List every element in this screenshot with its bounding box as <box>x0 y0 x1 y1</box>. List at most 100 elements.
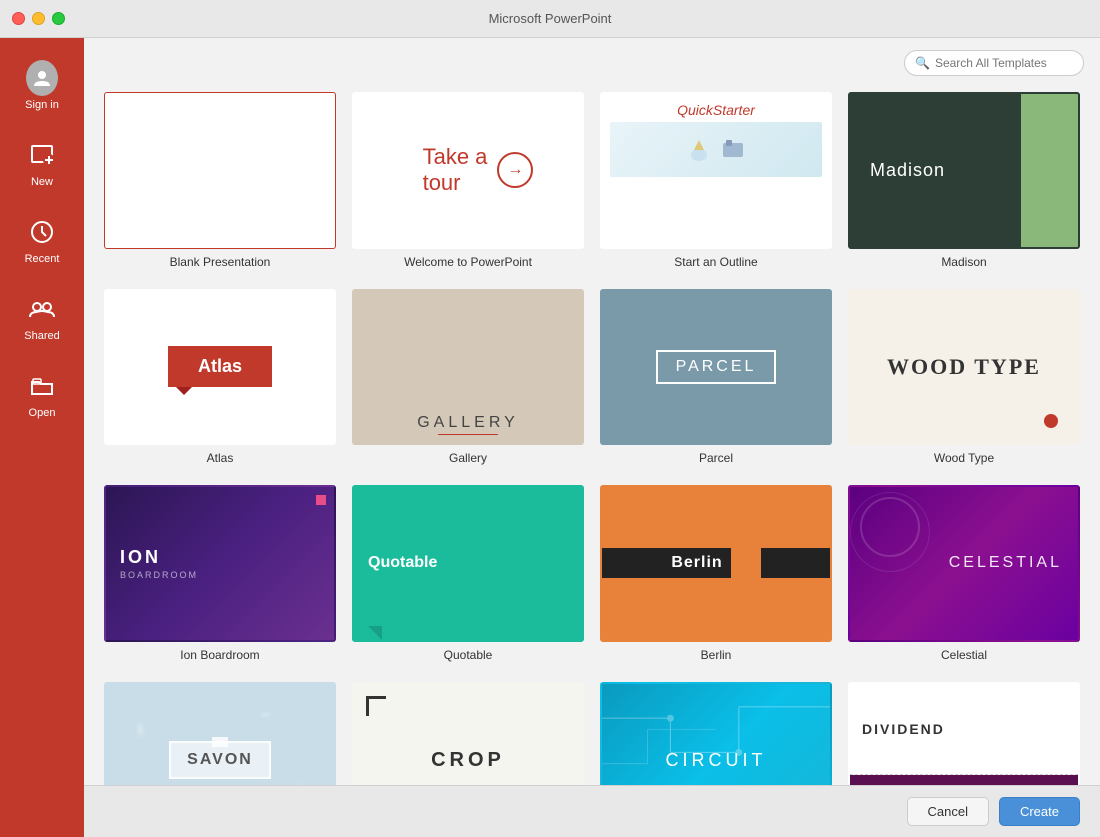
berlin-band: Berlin <box>602 548 830 578</box>
savon-text: SAVON <box>187 751 253 768</box>
berlin-orange-bar <box>731 548 761 578</box>
crop-corner-tl <box>366 696 386 716</box>
dividend-top: DIVIDEND <box>850 684 1078 776</box>
sidebar-item-new[interactable]: New <box>0 125 84 202</box>
traffic-lights <box>12 12 65 25</box>
shared-icon <box>26 293 58 325</box>
open-label: Open <box>29 407 56 419</box>
woodtype-text: WOOD TYPE <box>887 354 1041 380</box>
madison-thumb: Madison <box>848 92 1080 249</box>
template-madison[interactable]: Madison Madison <box>848 92 1080 269</box>
search-bar[interactable]: 🔍 <box>904 50 1084 76</box>
avatar-icon <box>26 62 58 94</box>
dividend-bottom <box>850 775 1078 785</box>
template-blank[interactable]: Blank Presentation <box>104 92 336 269</box>
sidebar-item-shared[interactable]: Shared <box>0 279 84 356</box>
template-tour[interactable]: Take a tour → Welcome to PowerPoint <box>352 92 584 269</box>
content-area: 🔍 Blank Presentation Take a tour <box>84 38 1100 837</box>
template-circuit[interactable]: CIRCUIT Circuit <box>600 682 832 785</box>
ion-subtitle: BOARDROOM <box>120 570 198 580</box>
atlas-label: Atlas <box>207 451 234 465</box>
template-savon[interactable]: SAVON Savon <box>104 682 336 785</box>
template-quickstarter[interactable]: QuickStarter <box>600 92 832 269</box>
woodtype-thumb: WOOD TYPE <box>848 289 1080 446</box>
berlin-text: Berlin <box>671 554 722 572</box>
template-gallery[interactable]: GALLERY Gallery <box>352 289 584 466</box>
parcel-label: Parcel <box>699 451 733 465</box>
madison-green-bar <box>1021 94 1078 247</box>
blank-thumb <box>104 92 336 249</box>
dividend-thumb: DIVIDEND <box>848 682 1080 785</box>
template-celestial[interactable]: CELESTIAL Celestial <box>848 485 1080 662</box>
berlin-thumb: Berlin <box>600 485 832 642</box>
template-crop[interactable]: CROP Crop <box>352 682 584 785</box>
template-parcel[interactable]: PARCEL Parcel <box>600 289 832 466</box>
signin-label: Sign in <box>25 99 59 111</box>
templates-area: Blank Presentation Take a tour → Welcome… <box>84 76 1100 785</box>
quotable-notch <box>368 626 382 640</box>
quotable-thumb: Quotable <box>352 485 584 642</box>
open-icon <box>26 370 58 402</box>
crop-thumb: CROP <box>352 682 584 785</box>
tour-thumb: Take a tour → <box>352 92 584 249</box>
search-bar-area: 🔍 <box>84 38 1100 76</box>
madison-text: Madison <box>850 160 945 181</box>
close-button[interactable] <box>12 12 25 25</box>
window-title: Microsoft PowerPoint <box>489 11 612 26</box>
celestial-text: CELESTIAL <box>949 554 1062 572</box>
create-button[interactable]: Create <box>999 797 1080 826</box>
cancel-button[interactable]: Cancel <box>907 797 989 826</box>
woodtype-dot <box>1044 414 1058 428</box>
quotable-label: Quotable <box>444 648 493 662</box>
atlas-badge: Atlas <box>168 346 272 387</box>
savon-thumb: SAVON <box>104 682 336 785</box>
search-input[interactable] <box>935 56 1073 70</box>
template-woodtype[interactable]: WOOD TYPE Wood Type <box>848 289 1080 466</box>
search-icon: 🔍 <box>915 56 930 70</box>
template-atlas[interactable]: Atlas Atlas <box>104 289 336 466</box>
minimize-button[interactable] <box>32 12 45 25</box>
quotable-text: Quotable <box>368 554 437 572</box>
savon-tab <box>212 737 228 747</box>
templates-grid: Blank Presentation Take a tour → Welcome… <box>104 92 1080 785</box>
celestial-circle2 <box>850 492 930 572</box>
quickstarter-thumb: QuickStarter <box>600 92 832 249</box>
template-quotable[interactable]: Quotable Quotable <box>352 485 584 662</box>
template-ion[interactable]: ION BOARDROOM Ion Boardroom <box>104 485 336 662</box>
celestial-thumb: CELESTIAL <box>848 485 1080 642</box>
berlin-label: Berlin <box>701 648 732 662</box>
gallery-line <box>438 434 499 435</box>
titlebar: Microsoft PowerPoint <box>0 0 1100 38</box>
gallery-thumb: GALLERY <box>352 289 584 446</box>
tour-text1: Take a <box>423 144 488 170</box>
circuit-thumb: CIRCUIT <box>600 682 832 785</box>
template-dividend[interactable]: DIVIDEND Dividend <box>848 682 1080 785</box>
new-icon <box>26 139 58 171</box>
qs-title: QuickStarter <box>677 102 755 118</box>
atlas-text: Atlas <box>198 356 242 376</box>
gallery-label: Gallery <box>449 451 487 465</box>
sidebar: Sign in New Recent <box>0 38 84 837</box>
crop-text: CROP <box>431 749 505 772</box>
template-berlin[interactable]: Berlin Berlin <box>600 485 832 662</box>
sidebar-item-open[interactable]: Open <box>0 356 84 433</box>
sidebar-item-recent[interactable]: Recent <box>0 202 84 279</box>
sidebar-item-signin[interactable]: Sign in <box>0 48 84 125</box>
gallery-title-wrap: GALLERY <box>417 414 519 435</box>
ion-thumb: ION BOARDROOM <box>104 485 336 642</box>
maximize-button[interactable] <box>52 12 65 25</box>
parcel-thumb: PARCEL <box>600 289 832 446</box>
tour-arrow-icon: → <box>497 152 533 188</box>
tour-label: Welcome to PowerPoint <box>404 255 532 269</box>
recent-icon <box>26 216 58 248</box>
celestial-label: Celestial <box>941 648 987 662</box>
new-label: New <box>31 176 53 188</box>
bottom-bar: Cancel Create <box>84 785 1100 837</box>
madison-label: Madison <box>941 255 986 269</box>
atlas-thumb: Atlas <box>104 289 336 446</box>
qs-image-area <box>610 122 822 177</box>
savon-frame: SAVON <box>169 741 271 779</box>
ion-label: Ion Boardroom <box>180 648 259 662</box>
parcel-text: PARCEL <box>656 350 777 384</box>
gallery-text: GALLERY <box>417 414 519 432</box>
